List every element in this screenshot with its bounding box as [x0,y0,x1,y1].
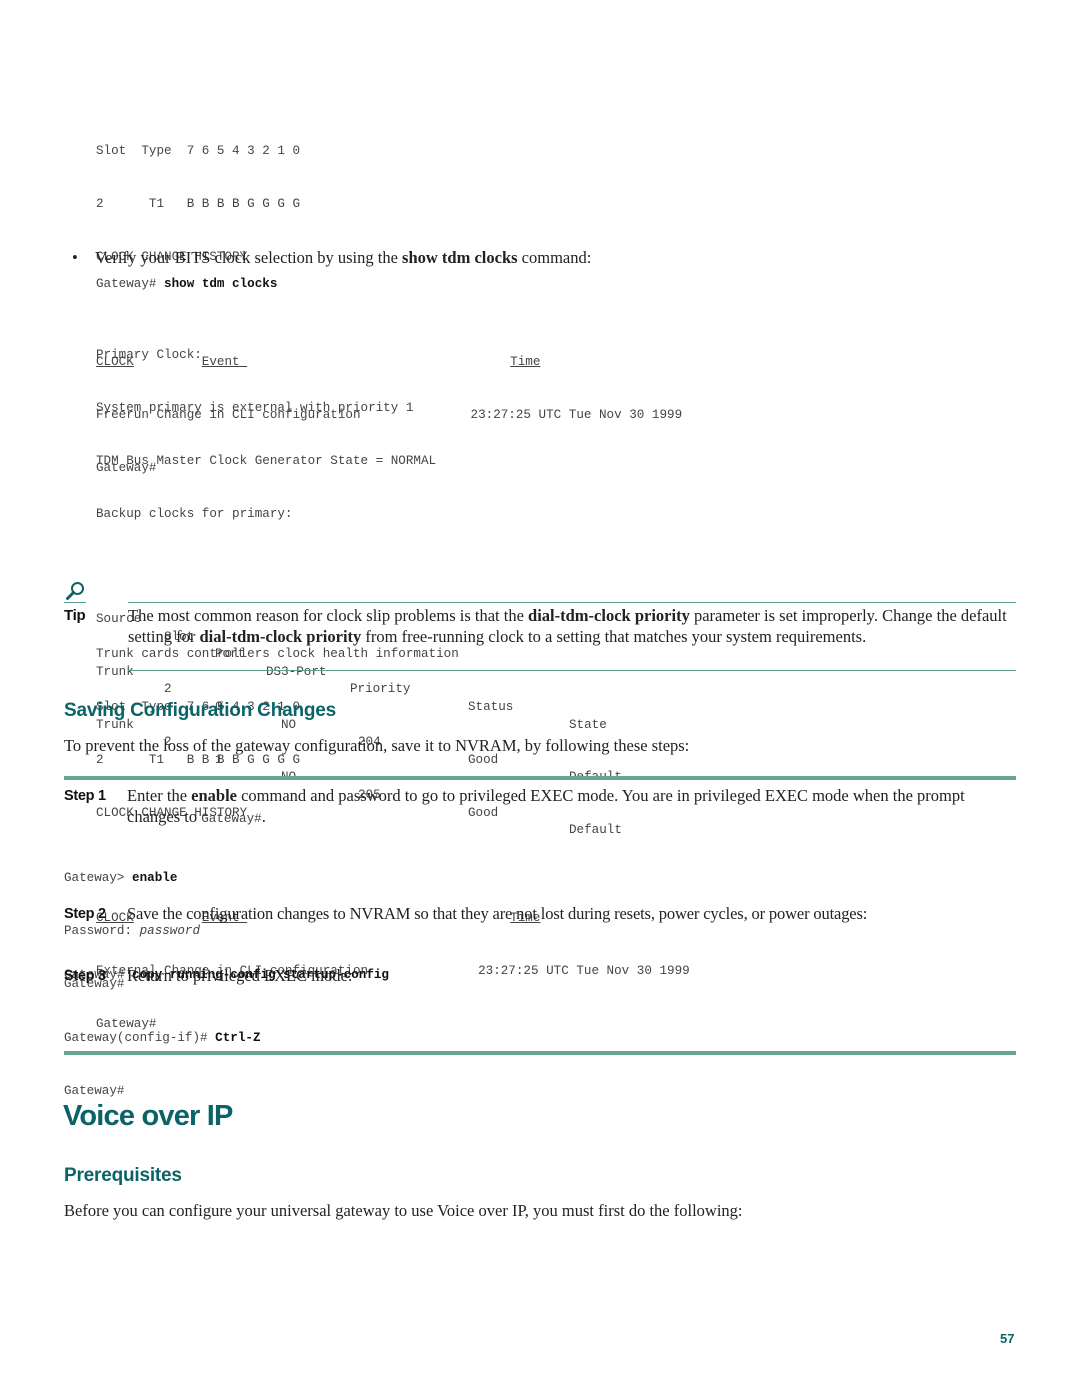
tip-top-rule [128,602,1016,603]
step-label: Step 2 [64,906,106,922]
cli-line: Slot Type 7 6 5 4 3 2 1 0 [96,144,301,159]
bullet-item: • Verify your BITS clock selection by usi… [72,248,592,267]
section-intro: To prevent the loss of the gateway confi… [64,736,690,755]
cli-line: TDM Bus Master Clock Generator State = N… [96,453,437,468]
step-text: Save the configuration changes to NVRAM … [127,904,868,923]
cli-line: Backup clocks for primary: [96,506,293,521]
step-label: Step 1 [64,788,106,804]
show-command: Gateway# show tdm clocks [96,277,278,291]
cli-line: Gateway> enable [64,871,178,886]
section-heading: Prerequisites [64,1165,182,1186]
tip-label: Tip [64,607,86,624]
tip-bottom-rule [128,670,1016,671]
step-text: Enter the enable command and password to… [127,786,965,826]
chapter-title: Voice over IP [63,1100,233,1132]
steps-top-rule [64,776,1016,780]
cli-line: 2 T1 B B B B G G G G [96,196,301,211]
page-number: 57 [1000,1331,1015,1346]
cli-line: Primary Clock: [96,348,202,363]
step-label: Step 3 [64,968,106,984]
magnifier-icon [64,580,88,604]
step-text: Return to privileged EXEC mode: [127,966,353,985]
cli-line: Gateway(config-if)# Ctrl-Z [64,1031,261,1046]
command-name: show tdm clocks [402,248,518,267]
backup-clock-table: Source Slot Port DS3-Port Priority Statu… [96,558,690,837]
section-heading: Saving Configuration Changes [64,700,337,721]
inline-code: Gateway# [201,811,262,826]
section-intro: Before you can configure your universal … [64,1201,743,1220]
table-row: Trunk 2 0 NO 204 Good Default [96,664,622,785]
tip-text: The most common reason for clock slip pr… [128,606,1007,646]
cli-line: Gateway# [64,1083,125,1098]
bullet-icon: • [72,248,78,267]
steps-bottom-rule [64,1051,1016,1055]
cli-line: System primary is external with priority… [96,400,414,415]
tip-icon-rule [64,602,86,603]
